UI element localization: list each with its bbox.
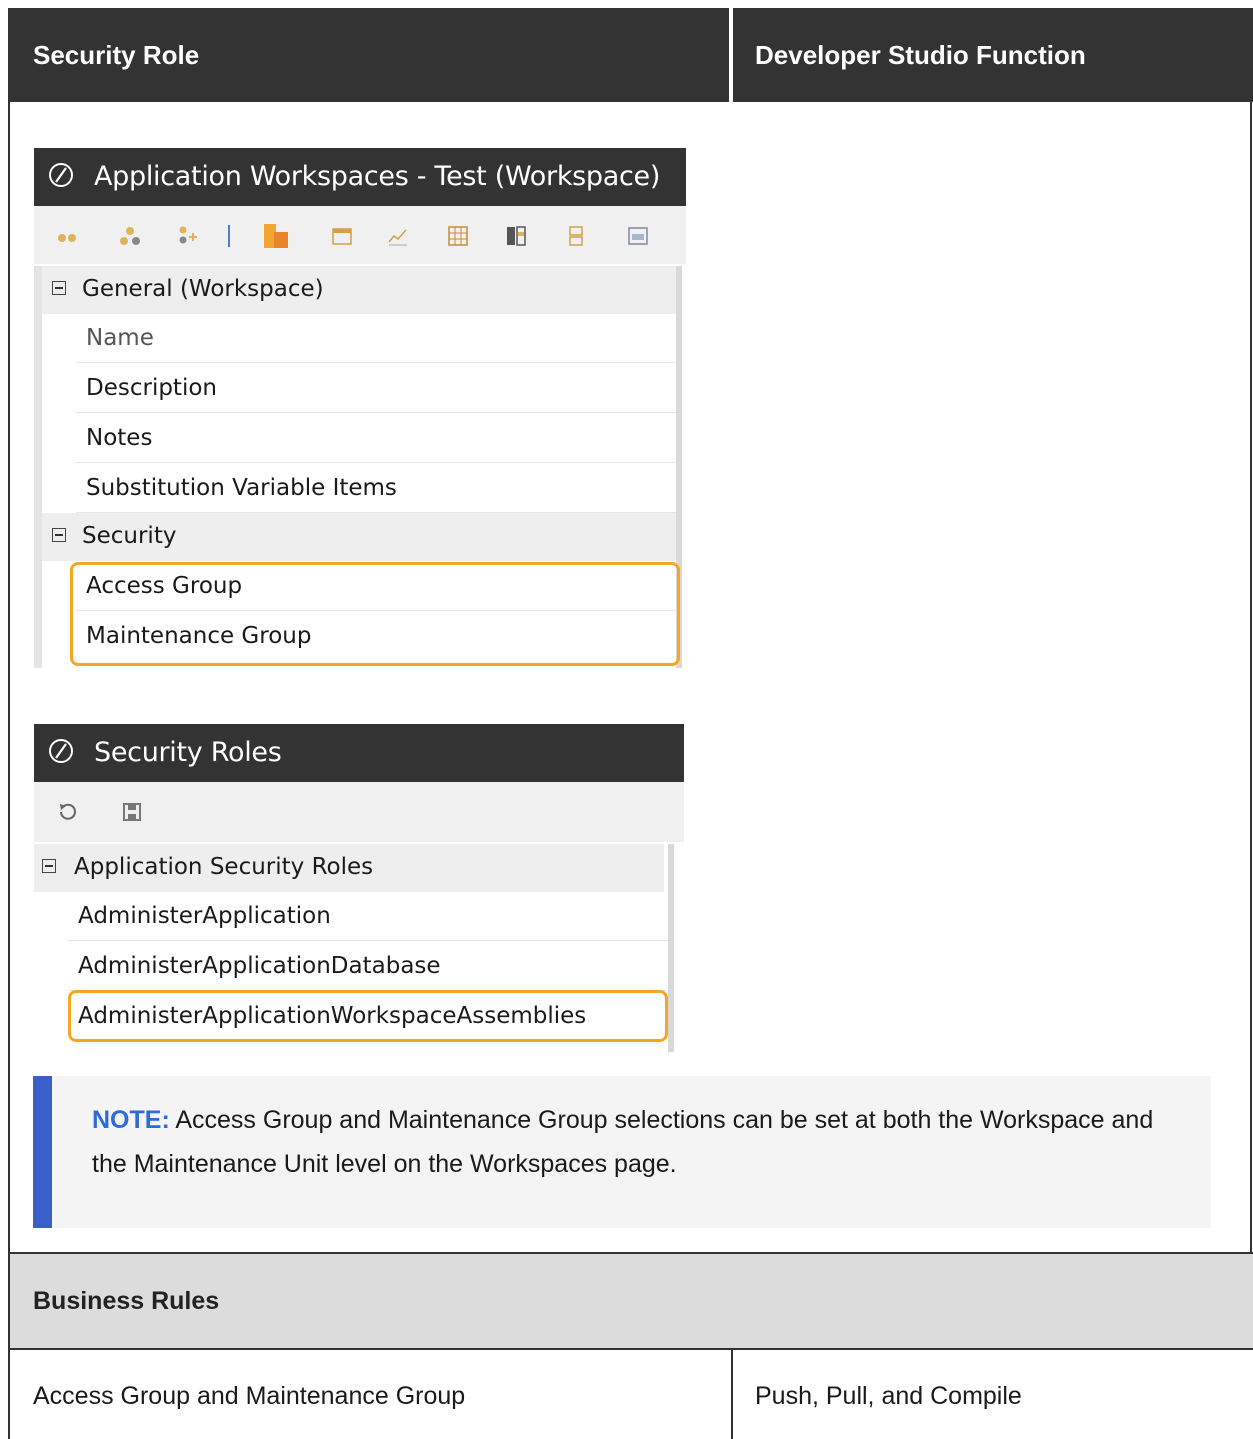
cell-divider [731, 1350, 733, 1439]
note-accent-bar [33, 1076, 52, 1228]
property-row-notes[interactable]: Notes [76, 414, 676, 463]
save-icon[interactable] [120, 800, 144, 824]
header-divider [729, 8, 733, 102]
toolbar-separator [228, 225, 230, 247]
window-title-bar: Security Roles [34, 724, 684, 782]
note-callout: NOTE: Access Group and Maintenance Group… [33, 1076, 1211, 1228]
table-right-border [1250, 102, 1252, 1252]
grid-icon[interactable] [446, 224, 470, 248]
section-business-rules: Business Rules [10, 1254, 1253, 1348]
category-security[interactable]: Security [42, 513, 676, 561]
category-general-workspace[interactable]: General (Workspace) [42, 266, 676, 314]
workspace-toolbar [34, 206, 686, 264]
cell-developer-studio-function: Push, Pull, and Compile [755, 1382, 1022, 1410]
panel-icon[interactable] [626, 224, 650, 248]
grid-left-gutter [34, 266, 42, 668]
window-title: Application Workspaces - Test (Workspace… [94, 161, 661, 192]
collapse-icon[interactable] [42, 859, 56, 873]
property-row-name[interactable]: Name [76, 314, 676, 363]
security-role-table: Security Role Developer Studio Function … [0, 0, 1253, 1439]
highlight-security-groups [70, 562, 680, 666]
grid-scrollbar[interactable] [668, 844, 674, 1052]
columns-icon[interactable] [504, 224, 528, 248]
dots-icon[interactable] [56, 224, 80, 248]
role-row-administer-application[interactable]: AdministerApplication [68, 892, 668, 941]
header-developer-studio-function: Developer Studio Function [755, 40, 1086, 70]
window-icon[interactable] [330, 224, 354, 248]
add-person-icon[interactable] [176, 224, 200, 248]
security-roles-grid: Application Security Roles AdministerApp… [34, 844, 684, 1052]
section-title: Business Rules [33, 1287, 220, 1315]
split-icon[interactable] [564, 224, 588, 248]
property-row-description[interactable]: Description [76, 364, 676, 413]
property-row-substitution-variable-items[interactable]: Substitution Variable Items [76, 464, 676, 513]
collapse-icon[interactable] [52, 281, 66, 295]
people-icon[interactable] [118, 224, 142, 248]
security-roles-toolbar [34, 782, 684, 842]
note-body: Access Group and Maintenance Group selec… [92, 1106, 1154, 1178]
cell-security-role: Access Group and Maintenance Group [33, 1382, 466, 1410]
header-security-role: Security Role [33, 40, 200, 70]
collapse-icon[interactable] [52, 528, 66, 542]
table-left-border [8, 8, 10, 1439]
refresh-icon[interactable] [56, 800, 80, 824]
application-workspaces-screenshot: Application Workspaces - Test (Workspace… [34, 148, 686, 668]
window-title: Security Roles [94, 737, 282, 768]
role-row-administer-application-database[interactable]: AdministerApplicationDatabase [68, 942, 668, 991]
note-text: NOTE: Access Group and Maintenance Group… [92, 1098, 1172, 1186]
window-title-bar: Application Workspaces - Test (Workspace… [34, 148, 686, 206]
table-row: Access Group and Maintenance Group Push,… [10, 1350, 1253, 1439]
security-roles-screenshot: Security Roles Application Security Role… [34, 724, 684, 1052]
property-grid: General (Workspace) Name Description Not… [34, 266, 686, 668]
table-header: Security Role Developer Studio Function [8, 8, 1253, 102]
chart-icon[interactable] [386, 224, 410, 248]
note-tag: NOTE: [92, 1106, 170, 1134]
onestream-logo-icon [49, 739, 73, 763]
onestream-logo-icon [49, 163, 73, 187]
add-package-icon[interactable] [262, 222, 290, 250]
category-application-security-roles[interactable]: Application Security Roles [34, 844, 664, 892]
highlight-workspace-assemblies [68, 990, 668, 1042]
